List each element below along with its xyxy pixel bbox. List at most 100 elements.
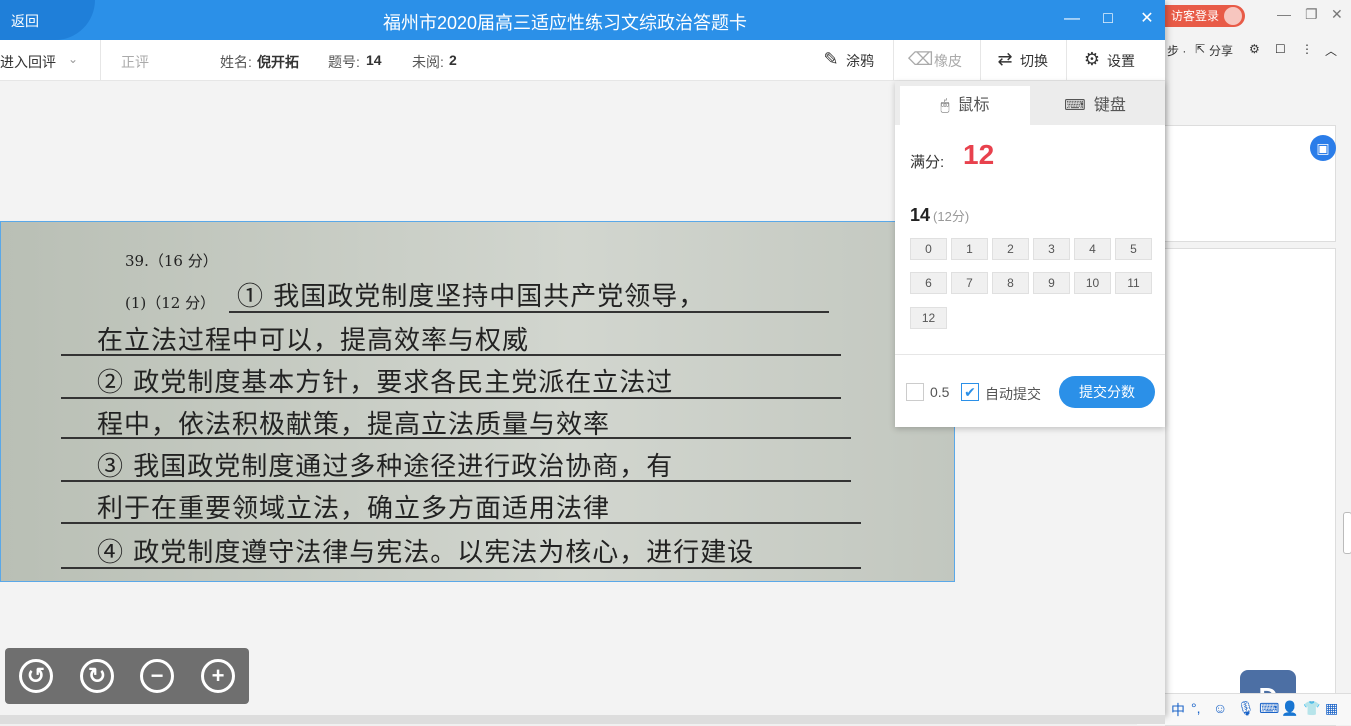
- divider: [893, 40, 894, 80]
- minimize-button[interactable]: —: [1061, 8, 1083, 30]
- score-button[interactable]: 7: [951, 272, 988, 294]
- close-icon[interactable]: ✕: [1331, 6, 1343, 23]
- mouse-icon: 🖱: [940, 97, 950, 114]
- handwriting-line: ② 政党制度基本方针，要求各民主党派在立法过: [97, 368, 674, 398]
- tab-mouse[interactable]: 🖱 鼠标: [900, 86, 1030, 125]
- comment-icon[interactable]: ☐: [1275, 42, 1286, 56]
- zoom-in-button[interactable]: +: [201, 659, 235, 693]
- background-topbar: 访客登录 — ❐ ✕: [1165, 0, 1351, 32]
- tab-keyboard[interactable]: ⌨ 键盘: [1030, 86, 1160, 125]
- score-button[interactable]: 10: [1074, 272, 1111, 294]
- punctuation-icon[interactable]: °,: [1191, 700, 1201, 716]
- zoom-out-button[interactable]: −: [140, 659, 174, 693]
- divider: [100, 40, 101, 80]
- check-icon: ✔: [964, 384, 976, 400]
- avatar-icon: [1224, 7, 1243, 25]
- divider: [1066, 40, 1067, 80]
- student-name-value: 倪开拓: [257, 54, 299, 70]
- handwriting-line: ④ 政党制度遵守法律与宪法。以宪法为核心，进行建设: [97, 538, 755, 568]
- switch-label: 切换: [1020, 53, 1048, 69]
- tab-keyboard-label: 键盘: [1093, 97, 1126, 114]
- share-icon[interactable]: ⇱: [1195, 42, 1205, 56]
- handwriting-line: 程中，依法积极献策，提高立法质量与效率: [97, 410, 611, 440]
- emoji-icon[interactable]: ☺: [1213, 700, 1227, 716]
- document-page: [1165, 248, 1336, 726]
- gear-icon[interactable]: ⚙: [1249, 42, 1260, 56]
- rotate-right-button[interactable]: ↻: [80, 659, 114, 693]
- share-label[interactable]: 分享: [1209, 42, 1233, 59]
- handwriting-line: ① 我国政党制度坚持中国共产党领导，: [237, 282, 706, 312]
- ime-mode-label[interactable]: 中: [1171, 700, 1185, 720]
- restore-icon[interactable]: ❐: [1305, 6, 1318, 23]
- half-point-checkbox[interactable]: [906, 383, 924, 401]
- divider: [980, 40, 981, 80]
- switch-icon: ⇄: [997, 49, 1013, 69]
- doodle-label: 涂鸦: [846, 53, 874, 69]
- rotate-left-button[interactable]: ↺: [19, 659, 53, 693]
- keyboard-icon[interactable]: ⌨: [1259, 700, 1279, 717]
- unread-label: 未阅:: [412, 54, 444, 70]
- tab-mouse-label: 鼠标: [957, 97, 990, 114]
- question-number-value: 14: [366, 52, 382, 68]
- score-button[interactable]: 9: [1033, 272, 1070, 294]
- shirt-icon[interactable]: 👕: [1303, 700, 1320, 717]
- user-icon[interactable]: 👤: [1281, 700, 1298, 717]
- eraser-icon: ⌫: [908, 49, 934, 69]
- close-button[interactable]: ✕: [1136, 8, 1158, 30]
- gear-icon: ⚙: [1083, 49, 1101, 69]
- score-button[interactable]: 8: [992, 272, 1029, 294]
- full-score-label: 满分:: [910, 154, 945, 171]
- image-zoom-toolbar: ↺ ↻ − +: [5, 648, 249, 704]
- maximize-button[interactable]: □: [1097, 8, 1119, 30]
- title-bar: 返回 福州市2020届高三适应性练习文综政治答题卡 — □ ✕: [0, 0, 1165, 40]
- auto-submit-checkbox[interactable]: ✔: [961, 383, 979, 401]
- scrollbar-thumb[interactable]: [1343, 512, 1351, 554]
- handwriting-line: 利于在重要领域立法，确立多方面适用法律: [97, 494, 611, 524]
- score-button[interactable]: 0: [910, 238, 947, 260]
- score-button[interactable]: 12: [910, 307, 947, 329]
- score-button[interactable]: 4: [1074, 238, 1111, 260]
- chevron-down-icon[interactable]: ⌄: [68, 52, 78, 66]
- background-app: 访客登录 — ❐ ✕ 步 · ⇱ 分享 ⚙ ☐ ⋮ ︿: [1165, 0, 1351, 726]
- score-button[interactable]: 2: [992, 238, 1029, 260]
- more-icon[interactable]: ⋮: [1301, 42, 1313, 56]
- floating-tool-icon[interactable]: ▣: [1310, 135, 1336, 161]
- rescore-button[interactable]: 正评: [121, 52, 149, 72]
- question-points: (12分): [933, 209, 970, 224]
- half-point-label: 0.5: [930, 384, 950, 400]
- minimize-icon[interactable]: —: [1277, 6, 1291, 22]
- handwriting-line: ③ 我国政党制度通过多种途径进行政治协商，有: [97, 452, 674, 482]
- grading-window: 返回 福州市2020届高三适应性练习文综政治答题卡 — □ ✕ 进入回评 ⌄ 正…: [0, 0, 1165, 715]
- score-button[interactable]: 3: [1033, 238, 1070, 260]
- question-score-heading: 14 (12分): [910, 205, 969, 226]
- microphone-icon[interactable]: 🎙: [1237, 700, 1255, 717]
- visitor-login-label: 访客登录: [1171, 9, 1220, 23]
- question-number: 14: [910, 205, 931, 225]
- score-button[interactable]: 1: [951, 238, 988, 260]
- ime-toolbar: S 中 °, ☺ 🎙 ⌨ 👤 👕 ▦: [1137, 693, 1351, 725]
- unread-count: 2: [449, 52, 457, 68]
- visitor-login-button[interactable]: 访客登录: [1165, 5, 1246, 27]
- score-button[interactable]: 5: [1115, 238, 1152, 260]
- auto-submit-label: 自动提交: [985, 386, 1041, 402]
- background-toolbar: 步 · ⇱ 分享 ⚙ ☐ ⋮ ︿: [1165, 38, 1351, 62]
- collapse-icon[interactable]: ︿: [1325, 42, 1337, 59]
- keyboard-icon: ⌨: [1064, 97, 1086, 114]
- full-score-value: 12: [963, 139, 995, 170]
- score-button[interactable]: 6: [910, 272, 947, 294]
- grading-toolbar: 进入回评 ⌄ 正评 姓名: 倪开拓 题号: 14 未阅: 2 ✎ 涂鸦 ⌫ 橡皮…: [0, 40, 1165, 81]
- submit-score-button[interactable]: 提交分数: [1059, 376, 1155, 408]
- answer-sheet-image[interactable]: 39.（16 分） (1)（12 分） ① 我国政党制度坚持中国共产党领导， 在…: [0, 221, 955, 582]
- part-header: (1)（12 分）: [125, 294, 216, 312]
- student-name-label: 姓名:: [220, 54, 252, 70]
- question-header: 39.（16 分）: [125, 252, 218, 270]
- background-status-bar: [0, 715, 1165, 724]
- window-title: 福州市2020届高三适应性练习文综政治答题卡: [382, 13, 748, 33]
- review-mode-select[interactable]: 进入回评: [0, 52, 56, 72]
- handwriting-line: 在立法过程中可以，提高效率与权威: [97, 326, 530, 356]
- settings-label: 设置: [1107, 53, 1135, 69]
- grid-icon[interactable]: ▦: [1325, 700, 1338, 717]
- score-button[interactable]: 11: [1115, 272, 1152, 294]
- eraser-label: 橡皮: [934, 53, 962, 69]
- sync-label[interactable]: 步 ·: [1167, 42, 1186, 59]
